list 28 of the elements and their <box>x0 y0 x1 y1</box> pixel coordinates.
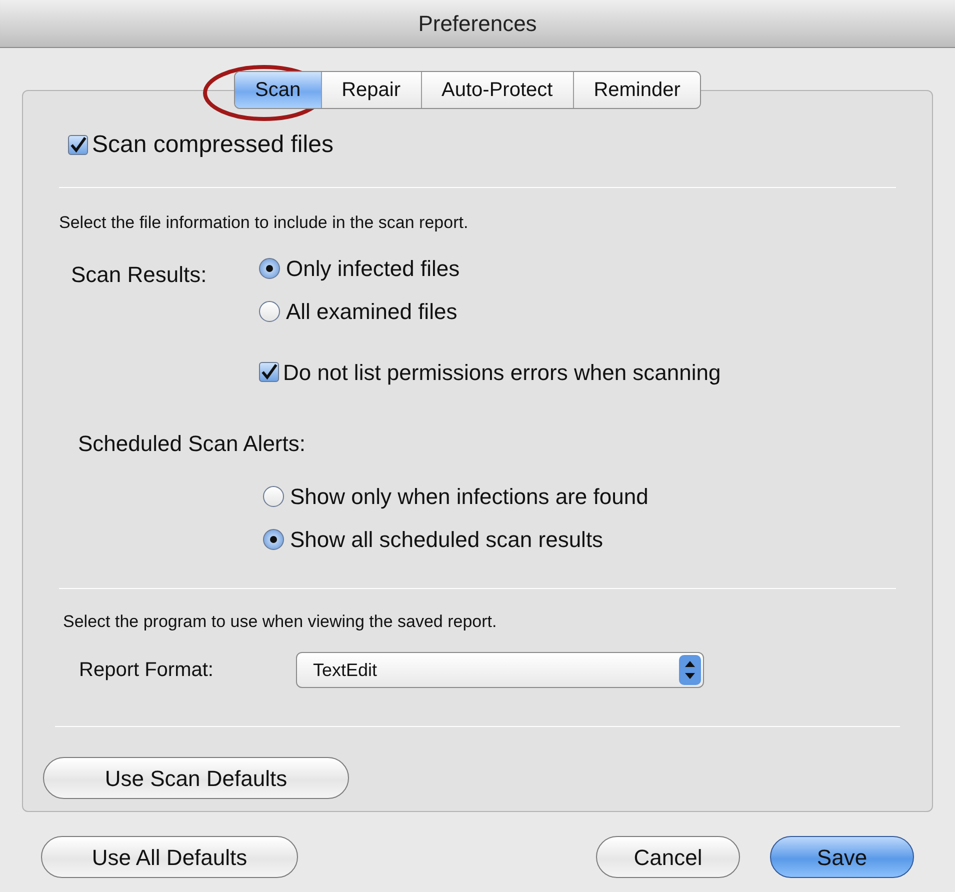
info-text: Select the program to use when viewing the saved report. <box>63 610 497 632</box>
tab[interactable]: Reminder <box>572 72 700 108</box>
tab[interactable]: Auto-Protect <box>420 72 573 108</box>
popup-menu[interactable]: TextEdit <box>296 652 704 688</box>
radio-label: Show only when infections are found <box>290 482 648 511</box>
tab[interactable]: Repair <box>320 72 421 108</box>
checkbox-label: Do not list permissions errors when scanning <box>283 358 721 387</box>
radio-button[interactable] <box>259 258 280 278</box>
tab[interactable]: Scan <box>235 72 321 108</box>
window-title: Preferences <box>418 10 537 38</box>
push-button[interactable]: Save <box>770 836 914 878</box>
push-button[interactable]: Use All Defaults <box>41 836 298 878</box>
radio-label: All examined files <box>286 298 458 326</box>
radio-label: Show all scheduled scan results <box>290 526 604 554</box>
checkbox[interactable] <box>68 135 88 155</box>
stepper-arrows-icon <box>679 655 701 685</box>
radio-button[interactable] <box>263 486 284 506</box>
field-label: Scan Results: <box>70 260 208 288</box>
field-label: Scheduled Scan Alerts: <box>78 430 306 458</box>
radio-label: Only infected files <box>286 254 460 283</box>
checkbox-label: Scan compressed files <box>92 130 334 160</box>
push-button[interactable]: Cancel <box>596 836 740 878</box>
info-text: Select the file information to include in the scan report. <box>59 212 470 234</box>
checkbox[interactable] <box>259 362 279 382</box>
push-button[interactable]: Use Scan Defaults <box>43 757 349 799</box>
field-label: Report Format: <box>79 658 214 683</box>
radio-button[interactable] <box>259 300 280 322</box>
radio-button[interactable] <box>263 528 284 550</box>
